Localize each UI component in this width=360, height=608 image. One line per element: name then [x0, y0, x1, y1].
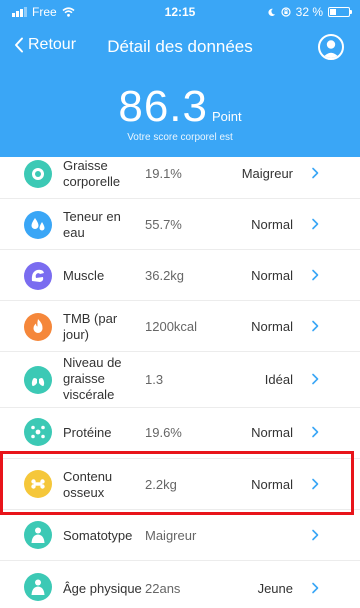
chevron-right-icon — [312, 426, 319, 438]
bone-icon — [24, 470, 52, 498]
chevron-right-icon — [312, 529, 319, 541]
metric-row-bmr[interactable]: TMB (par jour) 1200kcal Normal — [0, 301, 360, 352]
metric-name: Protéine — [63, 425, 112, 440]
chevron-right-icon — [312, 167, 319, 179]
navigation-bar: Retour Détail des données — [0, 30, 360, 64]
metric-name: Âge physique — [63, 581, 142, 596]
metric-row-muscle[interactable]: Muscle 36.2kg Normal — [0, 250, 360, 301]
metrics-list: Graisse corporelle 19.1% Maigreur Teneur… — [0, 157, 360, 608]
chevron-right-icon — [312, 478, 319, 490]
score-unit: Point — [212, 109, 242, 124]
metric-name: Graisse corporelle — [63, 158, 121, 189]
metric-status: Normal — [251, 425, 293, 440]
metric-status: Normal — [251, 217, 293, 232]
metric-status: Normal — [251, 477, 293, 492]
metric-row-protein[interactable]: Protéine 19.6% Normal — [0, 408, 360, 459]
metric-value: 55.7% — [145, 217, 182, 232]
flame-icon — [24, 313, 52, 341]
metric-row-body-fat[interactable]: Graisse corporelle 19.1% Maigreur — [0, 157, 360, 199]
metric-value: 19.1% — [145, 166, 182, 181]
metric-status: Jeune — [257, 581, 293, 596]
metric-name: Teneur en eau — [63, 209, 121, 240]
metric-value: 1.3 — [145, 372, 164, 387]
metric-value: 2.2kg — [145, 477, 177, 492]
molecule-icon — [24, 418, 52, 446]
status-bar: Free 12:15 32 % — [0, 0, 360, 22]
score-value: 86.3 — [118, 82, 208, 131]
battery-icon — [328, 7, 352, 17]
battery-percent: 32 % — [295, 5, 323, 19]
chevron-right-icon — [312, 218, 319, 230]
metric-row-visceral-fat[interactable]: Niveau de graisse viscérale 1.3 Idéal — [0, 352, 360, 408]
water-drops-icon — [24, 211, 52, 239]
score-caption: Votre score corporel est — [127, 132, 233, 143]
metric-name: Somatotype — [63, 528, 133, 543]
chevron-right-icon — [312, 269, 319, 281]
header: Free 12:15 32 % Retour Détail des donnée… — [0, 0, 360, 157]
metric-value: 1200kcal — [145, 319, 198, 334]
chevron-right-icon — [312, 320, 319, 332]
chevron-right-icon — [312, 582, 319, 594]
metric-name: Niveau de graisse viscérale — [63, 355, 122, 402]
body-type-icon — [24, 521, 52, 549]
metric-value: 22ans — [145, 581, 181, 596]
chevron-right-icon — [312, 373, 319, 385]
page-title: Détail des données — [107, 37, 253, 56]
muscle-icon — [24, 262, 52, 290]
metric-name: TMB (par jour) — [63, 311, 118, 342]
metric-value: 19.6% — [145, 425, 182, 440]
metric-row-somatotype[interactable]: Somatotype Maigreur — [0, 510, 360, 561]
metric-row-body-age[interactable]: Âge physique 22ans Jeune — [0, 561, 360, 608]
lungs-icon — [24, 366, 52, 394]
metric-name: Contenu osseux — [63, 469, 113, 500]
body-age-icon — [24, 573, 52, 601]
orientation-lock-icon — [281, 7, 291, 17]
metric-status: Idéal — [264, 372, 293, 387]
user-avatar-icon — [322, 40, 340, 58]
metric-name: Muscle — [63, 268, 105, 283]
fat-icon — [24, 160, 52, 188]
metric-value: 36.2kg — [145, 268, 185, 283]
profile-button[interactable] — [318, 34, 344, 60]
metric-value: Maigreur — [145, 528, 197, 543]
metric-row-bone-mass[interactable]: Contenu osseux 2.2kg Normal — [0, 459, 360, 510]
metric-status: Normal — [251, 319, 293, 334]
metric-status: Maigreur — [241, 166, 293, 181]
metric-row-water[interactable]: Teneur en eau 55.7% Normal — [0, 199, 360, 250]
body-score: 86.3 Point — [0, 82, 360, 132]
metric-status: Normal — [251, 268, 293, 283]
moon-icon — [268, 8, 275, 16]
